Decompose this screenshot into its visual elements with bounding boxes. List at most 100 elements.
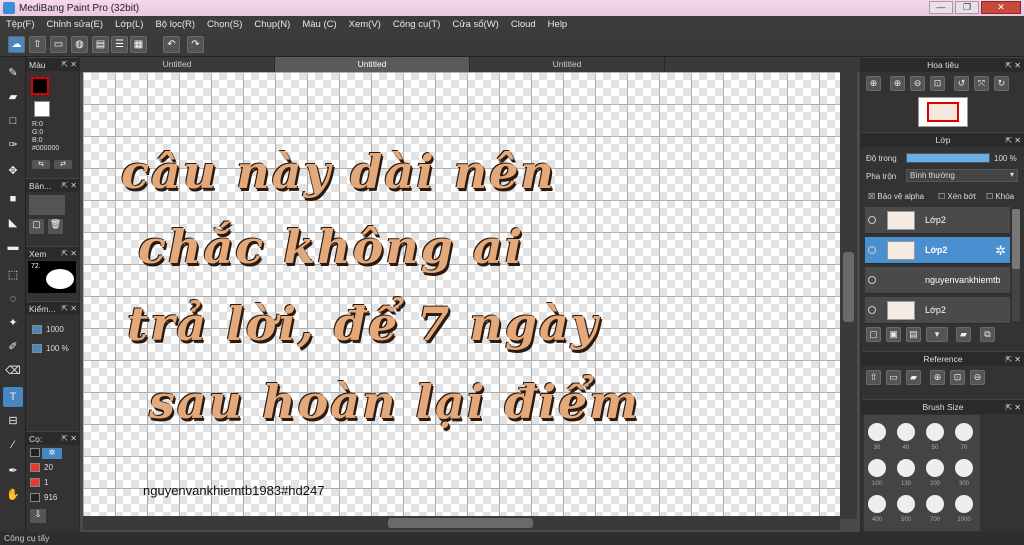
brush-size-dot[interactable] <box>955 459 973 477</box>
menu-select[interactable]: Chọn(S) <box>201 19 248 30</box>
foreground-color-swatch[interactable] <box>31 77 49 95</box>
undo-icon[interactable]: ↶ <box>163 36 180 53</box>
brush-size-dot[interactable] <box>926 423 944 441</box>
menu-view[interactable]: Xem(V) <box>343 19 387 30</box>
layer-settings-gear-icon[interactable]: ✲ <box>995 243 1006 259</box>
layer-item-selected[interactable]: Lớp2 ✲ <box>865 237 1010 264</box>
panel-controls-icon[interactable]: ⇱ ✕ <box>61 247 77 261</box>
zoom-out-icon[interactable]: ⊖ <box>910 76 925 91</box>
color-swap-icon[interactable]: ⇆ <box>32 160 50 169</box>
cloud-icon[interactable]: ☁ <box>8 36 25 53</box>
shape-tool-icon[interactable]: ■ <box>3 189 23 209</box>
panel-controls-icon[interactable]: ⇱ ✕ <box>61 58 77 72</box>
vertical-scroll-thumb[interactable] <box>843 252 854 322</box>
panel-controls-icon[interactable]: ⇱ ✕ <box>1005 133 1021 148</box>
menu-capture[interactable]: Chụp(N) <box>248 19 296 30</box>
layer-scrollbar[interactable] <box>1012 209 1020 321</box>
panel-controls-icon[interactable]: ⇱ ✕ <box>1005 58 1021 73</box>
layer-scroll-thumb[interactable] <box>1012 209 1020 269</box>
colorset-swatch[interactable] <box>30 448 40 457</box>
eyedropper-icon[interactable]: ⁄ <box>3 435 23 455</box>
layer-item[interactable]: nguyenvankhiemtb <box>865 267 1010 294</box>
move-tool-icon[interactable]: ✥ <box>3 161 23 181</box>
brush-size-dot[interactable] <box>868 495 886 513</box>
opacity-slider[interactable] <box>906 153 990 163</box>
marquee-tool-icon[interactable]: ⬚ <box>3 265 23 285</box>
color-reset-icon[interactable]: ⇄ <box>54 160 72 169</box>
brush-tool-icon[interactable]: ✎ <box>3 63 23 83</box>
new-8bit-layer-icon[interactable]: ▤ <box>906 327 921 342</box>
fit-icon[interactable]: ⊡ <box>950 370 965 385</box>
fit-icon[interactable]: ⊡ <box>930 76 945 91</box>
menu-window[interactable]: Cửa sổ(W) <box>446 19 504 30</box>
menu-cloud[interactable]: Cloud <box>505 19 542 30</box>
brush-size-dot[interactable] <box>926 459 944 477</box>
menu-filter[interactable]: Bộ lọc(R) <box>149 19 201 30</box>
vertical-scrollbar[interactable] <box>840 72 857 519</box>
text-tool-icon[interactable]: T <box>3 387 23 407</box>
tab-untitled-3[interactable]: Untitled <box>470 57 665 72</box>
panel-controls-icon[interactable]: ⇱ ✕ <box>61 432 77 446</box>
brush-size-dot[interactable] <box>926 495 944 513</box>
close-button[interactable]: ✕ <box>981 1 1021 14</box>
menu-edit[interactable]: Chỉnh sửa(E) <box>41 19 110 30</box>
visibility-eye-icon[interactable] <box>868 276 876 284</box>
folder-icon[interactable]: ▰ <box>956 327 971 342</box>
lock-checkbox[interactable]: ☐ Khóa <box>986 192 1014 201</box>
drawing-canvas[interactable]: câu này dài nên chắc không ai trả lời, đ… <box>83 72 840 519</box>
maximize-button[interactable]: ❐ <box>955 1 979 14</box>
pen-tool-icon[interactable]: ✑ <box>3 135 23 155</box>
zoom-in-icon[interactable]: ⊕ <box>866 76 881 91</box>
menu-file[interactable]: Tệp(F) <box>0 19 41 30</box>
brush-size-dot[interactable] <box>868 423 886 441</box>
brush-size-dot[interactable] <box>897 459 915 477</box>
menu-help[interactable]: Help <box>542 19 574 30</box>
check-value-1[interactable]: 1000 <box>46 325 64 334</box>
tab-untitled-2[interactable]: Untitled <box>275 57 470 72</box>
folder-reference-icon[interactable]: ▰ <box>906 370 921 385</box>
chat-icon[interactable]: ◍ <box>71 36 88 53</box>
clipping-checkbox[interactable]: ☐ Xén bớt <box>938 192 976 201</box>
brush-size-dot[interactable] <box>897 495 915 513</box>
brush-size-dot[interactable] <box>955 495 973 513</box>
brush-size-dot[interactable] <box>868 459 886 477</box>
lasso-tool-icon[interactable]: ◌ <box>3 289 23 309</box>
redo-icon[interactable]: ↷ <box>187 36 204 53</box>
panel-controls-icon[interactable]: ⇱ ✕ <box>61 302 77 316</box>
new-halftone-layer-icon[interactable]: ▣ <box>886 327 901 342</box>
menu-layer[interactable]: Lớp(L) <box>109 19 149 30</box>
rotate-left-icon[interactable]: ↺ <box>954 76 969 91</box>
brush-size-dot[interactable] <box>955 423 973 441</box>
colorset-menu-icon[interactable]: ⇩ <box>30 509 46 523</box>
brush-size-dot[interactable] <box>897 423 915 441</box>
add-brush-icon[interactable]: ▢ <box>29 219 44 234</box>
check-value-2[interactable]: 100 % <box>46 344 69 353</box>
visibility-eye-icon[interactable] <box>868 306 876 314</box>
minimize-button[interactable]: — <box>929 1 953 14</box>
select-rect-icon[interactable]: □ <box>3 111 23 131</box>
rotate-right-icon[interactable]: ↻ <box>994 76 1009 91</box>
grid-icon[interactable]: ▦ <box>130 36 147 53</box>
layer-item[interactable]: Lớp2 <box>865 207 1010 234</box>
hand-tool-icon[interactable]: ✋ <box>3 485 23 505</box>
upload-reference-icon[interactable]: ⇧ <box>866 370 881 385</box>
tab-untitled-1[interactable]: Untitled <box>80 57 275 72</box>
list-icon[interactable]: ☰ <box>111 36 128 53</box>
duplicate-layer-icon[interactable]: ⧉ <box>980 327 995 342</box>
protect-alpha-checkbox[interactable]: ☒ Bảo vệ alpha <box>868 192 924 201</box>
colorset-gear-icon[interactable]: ✲ <box>42 448 62 459</box>
horizontal-scrollbar[interactable] <box>83 516 840 530</box>
select-pen-icon[interactable]: ✐ <box>3 337 23 357</box>
document-icon[interactable]: ▤ <box>92 36 109 53</box>
new-layer-icon[interactable]: ▢ <box>866 327 881 342</box>
layer-item[interactable]: Lớp2 <box>865 297 1010 324</box>
panel-controls-icon[interactable]: ⇱ ✕ <box>61 179 77 193</box>
blend-mode-select[interactable]: Bình thường ▾ <box>906 169 1018 182</box>
gradient-tool-icon[interactable]: ▬ <box>3 237 23 257</box>
zoom-in-icon[interactable]: ⊕ <box>930 370 945 385</box>
select-eraser-icon[interactable]: ⌫ <box>3 361 23 381</box>
comment-icon[interactable]: ▭ <box>50 36 67 53</box>
magic-wand-icon[interactable]: ✦ <box>3 313 23 333</box>
visibility-eye-icon[interactable] <box>868 246 876 254</box>
open-reference-icon[interactable]: ▭ <box>886 370 901 385</box>
